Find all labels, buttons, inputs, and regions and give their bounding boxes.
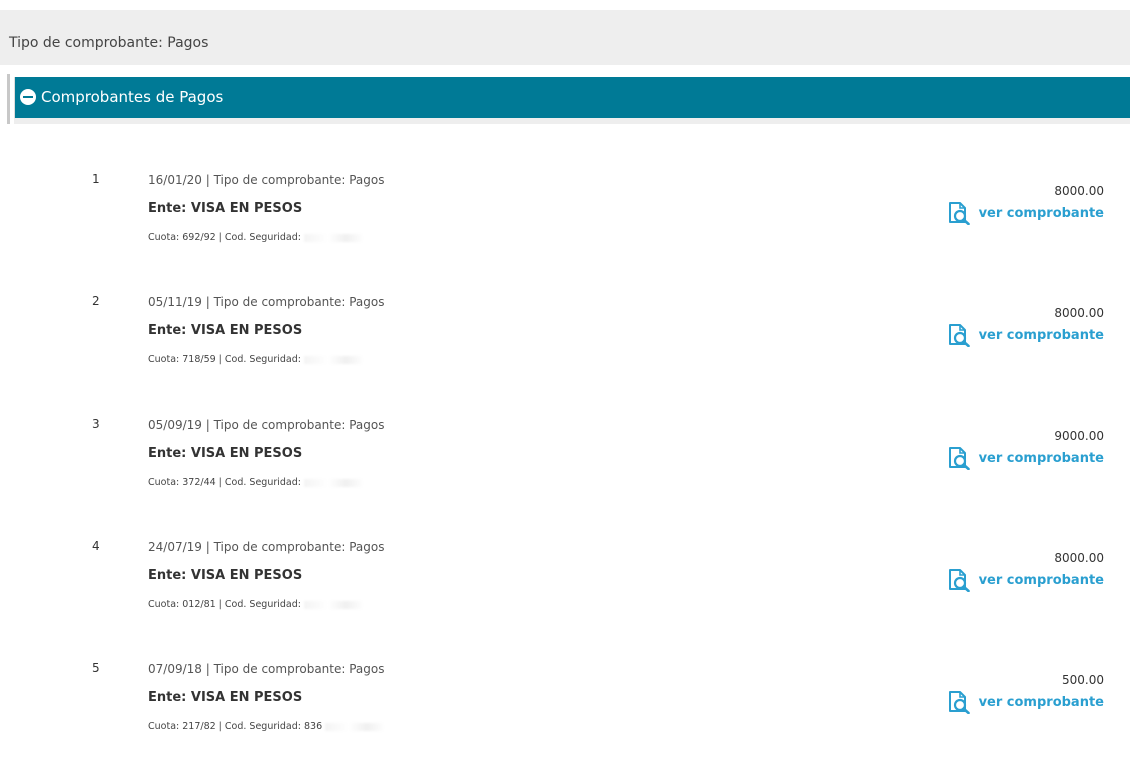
receipt-amount: 8000.00 xyxy=(1054,306,1104,320)
document-search-icon xyxy=(948,324,970,347)
section-header-underline xyxy=(14,118,1130,124)
view-receipt-link[interactable]: ver comprobante xyxy=(947,568,1104,592)
receipt-cuota-security: Cuota: 718/59 | Cod. Seguridad: xyxy=(148,354,364,365)
receipt-cuota-security: Cuota: 372/44 | Cod. Seguridad: xyxy=(148,477,364,488)
receipt-row: 1 16/01/20 | Tipo de comprobante: Pagos En… xyxy=(0,172,1130,282)
receipt-ente: Ente: VISA EN PESOS xyxy=(148,323,303,338)
filter-label: Tipo de comprobante: Pagos xyxy=(9,35,209,51)
receipt-cuota-security: Cuota: 012/81 | Cod. Seguridad: xyxy=(148,599,364,610)
view-receipt-link[interactable]: ver comprobante xyxy=(947,201,1104,225)
redacted-security-code xyxy=(325,722,386,731)
view-receipt-label: ver comprobante xyxy=(978,205,1104,221)
document-search-icon xyxy=(948,447,970,470)
receipt-amount: 8000.00 xyxy=(1054,551,1104,565)
redacted-security-code xyxy=(304,478,364,487)
view-receipt-link[interactable]: ver comprobante xyxy=(947,446,1104,470)
receipt-cuota-text: Cuota: 372/44 | Cod. Seguridad: xyxy=(148,477,301,488)
receipt-date-type: 05/11/19 | Tipo de comprobante: Pagos xyxy=(148,295,385,309)
document-search-icon xyxy=(948,202,970,225)
receipt-row: 5 07/09/18 | Tipo de comprobante: Pagos En… xyxy=(0,661,1130,771)
receipt-date-type: 05/09/19 | Tipo de comprobante: Pagos xyxy=(148,418,385,432)
receipt-cuota-text: Cuota: 012/81 | Cod. Seguridad: xyxy=(148,599,301,610)
receipt-cuota-text: Cuota: 718/59 | Cod. Seguridad: xyxy=(148,354,301,365)
receipt-number: 5 xyxy=(92,661,100,675)
receipt-ente: Ente: VISA EN PESOS xyxy=(148,201,303,216)
view-receipt-link[interactable]: ver comprobante xyxy=(947,323,1104,347)
receipt-cuota-security: Cuota: 692/92 | Cod. Seguridad: xyxy=(148,232,364,243)
receipt-amount: 8000.00 xyxy=(1054,184,1104,198)
redacted-security-code xyxy=(304,233,364,242)
view-receipt-label: ver comprobante xyxy=(978,572,1104,588)
section-title: Comprobantes de Pagos xyxy=(41,88,224,106)
receipt-cuota-text: Cuota: 692/92 | Cod. Seguridad: xyxy=(148,232,301,243)
receipt-row: 2 05/11/19 | Tipo de comprobante: Pagos En… xyxy=(0,294,1130,404)
receipt-ente: Ente: VISA EN PESOS xyxy=(148,446,303,461)
filter-bar: Tipo de comprobante: Pagos xyxy=(0,10,1130,65)
receipt-ente: Ente: VISA EN PESOS xyxy=(148,568,303,583)
receipt-amount: 9000.00 xyxy=(1054,429,1104,443)
document-search-icon xyxy=(948,569,970,592)
receipt-ente: Ente: VISA EN PESOS xyxy=(148,690,303,705)
receipt-date-type: 07/09/18 | Tipo de comprobante: Pagos xyxy=(148,662,385,676)
document-search-icon xyxy=(948,691,970,714)
receipt-number: 1 xyxy=(92,172,100,186)
receipt-number: 4 xyxy=(92,539,100,553)
receipt-number: 3 xyxy=(92,417,100,431)
receipt-row: 3 05/09/19 | Tipo de comprobante: Pagos En… xyxy=(0,417,1130,527)
view-receipt-label: ver comprobante xyxy=(978,694,1104,710)
receipt-number: 2 xyxy=(92,294,100,308)
view-receipt-label: ver comprobante xyxy=(978,327,1104,343)
view-receipt-label: ver comprobante xyxy=(978,450,1104,466)
receipt-date-type: 16/01/20 | Tipo de comprobante: Pagos xyxy=(148,173,385,187)
section-left-rule xyxy=(7,74,10,124)
receipt-cuota-text: Cuota: 217/82 | Cod. Seguridad: 836 xyxy=(148,721,323,732)
receipt-cuota-security: Cuota: 217/82 | Cod. Seguridad: 836 xyxy=(148,721,386,732)
receipt-date-type: 24/07/19 | Tipo de comprobante: Pagos xyxy=(148,540,385,554)
redacted-security-code xyxy=(304,355,364,364)
receipt-row: 4 24/07/19 | Tipo de comprobante: Pagos En… xyxy=(0,539,1130,649)
collapse-minus-icon[interactable] xyxy=(20,89,36,105)
section-header-pagos[interactable]: Comprobantes de Pagos xyxy=(14,77,1130,118)
redacted-security-code xyxy=(304,600,364,609)
receipt-amount: 500.00 xyxy=(1062,673,1104,687)
view-receipt-link[interactable]: ver comprobante xyxy=(947,690,1104,714)
